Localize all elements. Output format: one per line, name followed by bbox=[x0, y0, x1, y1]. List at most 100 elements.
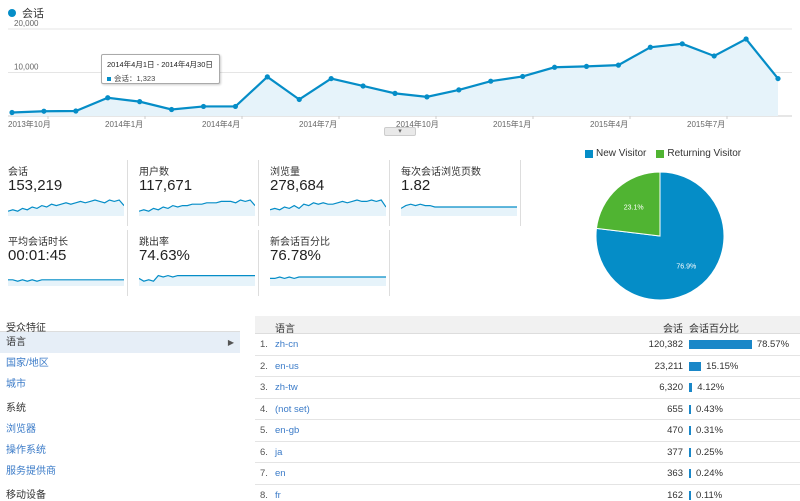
metric-card[interactable]: 浏览量 278,684 bbox=[262, 160, 390, 226]
dimension-browser[interactable]: 浏览器 bbox=[0, 419, 240, 440]
data-point[interactable] bbox=[711, 53, 717, 59]
row-language-link[interactable]: en bbox=[275, 468, 286, 479]
row-sessions: 23,211 bbox=[654, 360, 683, 372]
metric-card[interactable]: 会话 153,219 bbox=[0, 160, 128, 226]
section-mobile: 移动设备 bbox=[6, 490, 46, 501]
row-pct-bar bbox=[689, 404, 691, 414]
table-row[interactable]: 8. fr 162 0.11% bbox=[255, 485, 800, 501]
data-point[interactable] bbox=[9, 109, 15, 116]
metric-card[interactable]: 用户数 117,671 bbox=[131, 160, 259, 226]
data-point[interactable] bbox=[328, 75, 334, 82]
row-language-link[interactable]: zh-cn bbox=[275, 339, 298, 350]
header-sessions: 会话 bbox=[663, 324, 683, 335]
metric-value: 00:01:45 bbox=[8, 247, 67, 264]
data-point[interactable] bbox=[168, 106, 175, 113]
row-pct: 0.31% bbox=[696, 425, 723, 436]
dimension-language-label: 语言 bbox=[6, 337, 26, 348]
data-point[interactable] bbox=[232, 103, 239, 110]
panel-header: 受众特征 bbox=[0, 316, 240, 334]
dimension-isp[interactable]: 服务提供商 bbox=[0, 461, 240, 482]
pie-slice-label: 23.1% bbox=[624, 204, 644, 211]
table-row[interactable]: 5. en-gb 470 0.31% bbox=[255, 420, 800, 442]
row-index: 6. bbox=[260, 446, 268, 458]
data-point[interactable] bbox=[137, 99, 143, 105]
data-point[interactable] bbox=[583, 63, 590, 70]
chevron-right-icon: ▶ bbox=[227, 338, 234, 347]
table-row[interactable]: 2. en-us 23,211 15.15% bbox=[255, 356, 800, 377]
new-visitor-swatch-icon bbox=[585, 149, 593, 158]
row-sessions: 470 bbox=[667, 425, 683, 436]
row-language-link[interactable]: ja bbox=[275, 447, 282, 458]
y-tick-label: 20,000 bbox=[14, 19, 39, 28]
data-point[interactable] bbox=[456, 87, 462, 93]
sparkline-fill bbox=[401, 204, 517, 216]
row-pct-bar bbox=[689, 490, 691, 500]
data-point[interactable] bbox=[520, 73, 526, 80]
data-point[interactable] bbox=[105, 95, 111, 101]
data-point[interactable] bbox=[264, 74, 270, 80]
dimension-language[interactable]: 语言 ▶ bbox=[0, 332, 240, 353]
language-table: 语言 会话 会话百分比 1. zh-cn 120,382 78.57% 2. en-us 2… bbox=[255, 316, 800, 501]
section-system: 系统 bbox=[6, 403, 26, 414]
table-body: 1. zh-cn 120,382 78.57% 2. en-us 23,211 15.15% 3… bbox=[255, 334, 800, 501]
tooltip-value-row: 会话：1,323 bbox=[107, 73, 214, 84]
data-point[interactable] bbox=[488, 78, 494, 84]
row-language-link[interactable]: en-gb bbox=[275, 425, 299, 436]
metric-label: 平均会话时长 bbox=[8, 237, 68, 248]
data-point[interactable] bbox=[775, 75, 781, 82]
pie-legend-new[interactable]: New Visitor bbox=[585, 148, 646, 159]
data-point[interactable] bbox=[647, 44, 653, 50]
metric-sparkline bbox=[270, 199, 386, 216]
table-row[interactable]: 6. ja 377 0.25% bbox=[255, 442, 800, 463]
x-tick-label: 2013年10月 bbox=[8, 119, 51, 129]
data-point[interactable] bbox=[679, 41, 685, 47]
metric-value: 76.78% bbox=[270, 247, 321, 264]
row-index: 7. bbox=[260, 468, 268, 479]
row-pct-bar bbox=[689, 447, 691, 457]
dimension-city[interactable]: 城市 bbox=[0, 374, 240, 395]
metric-card[interactable]: 跳出率 74.63% bbox=[131, 230, 259, 296]
metric-card[interactable]: 每次会话浏览页数 1.82 bbox=[393, 160, 521, 226]
dimension-os[interactable]: 操作系统 bbox=[0, 440, 240, 461]
data-point[interactable] bbox=[743, 36, 749, 42]
dimension-country[interactable]: 国家/地区 bbox=[0, 353, 240, 374]
data-point[interactable] bbox=[615, 62, 622, 68]
pie-slice-label: 76.9% bbox=[676, 264, 696, 271]
data-point[interactable] bbox=[424, 94, 430, 100]
table-row[interactable]: 1. zh-cn 120,382 78.57% bbox=[255, 334, 800, 356]
row-index: 3. bbox=[260, 382, 268, 393]
data-point[interactable] bbox=[200, 103, 207, 110]
y-tick-label: 10,000 bbox=[14, 63, 39, 72]
data-point[interactable] bbox=[41, 108, 47, 114]
data-point[interactable] bbox=[296, 96, 302, 103]
pie-legend-new-label: New Visitor bbox=[596, 148, 647, 159]
pie-legend: New Visitor Returning Visitor bbox=[585, 148, 741, 159]
collapse-chart-handle[interactable]: ▾ bbox=[384, 127, 416, 136]
metric-label: 会话 bbox=[8, 167, 28, 178]
metric-card[interactable]: 平均会话时长 00:01:45 bbox=[0, 230, 128, 296]
data-point[interactable] bbox=[551, 64, 558, 70]
row-language-link[interactable]: zh-tw bbox=[275, 382, 298, 393]
data-point[interactable] bbox=[73, 108, 79, 114]
metric-sparkline bbox=[139, 199, 255, 216]
header-lang: 语言 bbox=[275, 324, 295, 335]
data-point[interactable] bbox=[360, 83, 366, 89]
pie-legend-returning[interactable]: Returning Visitor bbox=[656, 148, 741, 159]
visitor-pie-chart[interactable]: 76.9% 23.1% bbox=[590, 166, 730, 306]
x-tick-label: 2015年1月 bbox=[493, 119, 531, 129]
header-pct: 会话百分比 bbox=[689, 324, 739, 335]
data-point[interactable] bbox=[392, 90, 398, 96]
row-index: 1. bbox=[260, 339, 268, 350]
metric-card[interactable]: 新会话百分比 76.78% bbox=[262, 230, 390, 296]
table-row[interactable]: 3. zh-tw 6,320 4.12% bbox=[255, 377, 800, 399]
row-language-link[interactable]: fr bbox=[275, 490, 281, 501]
row-language-link[interactable]: (not set) bbox=[275, 404, 310, 415]
row-language-link[interactable]: en-us bbox=[275, 361, 299, 372]
table-row[interactable]: 4. (not set) 655 0.43% bbox=[255, 399, 800, 420]
x-tick-label: 2014年7月 bbox=[299, 119, 337, 129]
table-row[interactable]: 7. en 363 0.24% bbox=[255, 463, 800, 485]
row-pct-bar bbox=[689, 361, 702, 371]
metric-sparkline bbox=[401, 203, 517, 216]
row-sessions: 162 bbox=[667, 489, 683, 501]
x-tick-label: 2014年4月 bbox=[202, 119, 240, 129]
